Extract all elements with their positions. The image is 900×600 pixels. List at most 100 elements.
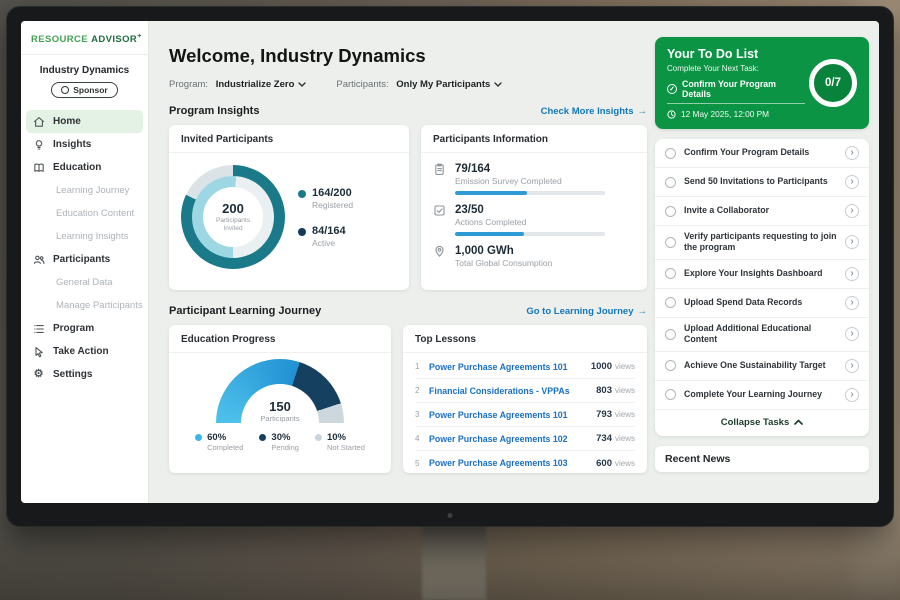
- check-icon: ✓: [667, 84, 677, 94]
- screen: RESOURCE ADVISOR+ Industry Dynamics Spon…: [21, 21, 879, 503]
- sidebar-item-participants[interactable]: Participants: [21, 248, 148, 271]
- app-logo: RESOURCE ADVISOR+: [21, 21, 148, 55]
- sidebar-item-learning-journey[interactable]: Learning Journey: [21, 179, 148, 202]
- sponsor-badge[interactable]: Sponsor: [51, 82, 117, 98]
- invited-participants-donut: 200 Participants Invited: [181, 165, 285, 269]
- gauge-center: 150 Participants: [216, 400, 344, 423]
- emission-survey-progressbar: [455, 191, 605, 195]
- task-row-send-invitations[interactable]: Send 50 Invitations to Participants ›: [655, 168, 869, 197]
- camera-dot: [448, 513, 453, 518]
- participants-select[interactable]: Only My Participants: [396, 79, 502, 90]
- pointer-icon: [32, 346, 45, 358]
- task-checkbox[interactable]: [665, 297, 676, 308]
- sidebar-nav: Home Insights Education Learning Journey…: [21, 110, 148, 386]
- task-row-confirm-program[interactable]: Confirm Your Program Details ›: [655, 139, 869, 168]
- legend-registered: 164/200 Registered: [298, 187, 353, 210]
- legend-not-started: 10% Not Started: [315, 432, 365, 452]
- task-row-explore-insights[interactable]: Explore Your Insights Dashboard ›: [655, 260, 869, 289]
- chevron-right-icon[interactable]: ›: [845, 327, 859, 341]
- sidebar-item-education[interactable]: Education: [21, 156, 148, 179]
- lesson-link[interactable]: Power Purchase Agreements 103: [429, 458, 596, 468]
- actions-completed-progressbar: [455, 232, 605, 236]
- chevron-right-icon[interactable]: ›: [845, 175, 859, 189]
- book-icon: [32, 162, 45, 174]
- list-icon: [32, 323, 45, 335]
- task-checkbox[interactable]: [665, 360, 676, 371]
- sidebar-item-home[interactable]: Home: [26, 110, 143, 133]
- task-checkbox[interactable]: [665, 329, 676, 340]
- check-more-insights-link[interactable]: Check More Insights →: [541, 106, 647, 117]
- sponsor-label: Sponsor: [73, 85, 107, 95]
- education-progress-title: Education Progress: [169, 325, 391, 353]
- learning-journey-header: Participant Learning Journey Go to Learn…: [169, 305, 647, 317]
- task-list: Confirm Your Program Details › Send 50 I…: [655, 139, 869, 436]
- task-row-verify-participants[interactable]: Verify participants requesting to join t…: [655, 226, 869, 260]
- todo-panel: Your To Do List Complete Your Next Task:…: [655, 37, 869, 472]
- sidebar-item-settings[interactable]: ⚙ Settings: [21, 363, 148, 386]
- page-title: Welcome, Industry Dynamics: [169, 45, 647, 67]
- chevron-up-icon: [794, 419, 803, 425]
- sidebar-item-take-action[interactable]: Take Action: [21, 340, 148, 363]
- filters-row: Program: Industrialize Zero Participants…: [169, 79, 647, 90]
- chevron-right-icon[interactable]: ›: [845, 267, 859, 281]
- sidebar-item-learning-insights[interactable]: Learning Insights: [21, 225, 148, 248]
- task-row-complete-learning-journey[interactable]: Complete Your Learning Journey ›: [655, 381, 869, 410]
- sidebar-item-education-content[interactable]: Education Content: [21, 202, 148, 225]
- go-to-learning-journey-link[interactable]: Go to Learning Journey →: [526, 306, 647, 317]
- sidebar-item-manage-participants[interactable]: Manage Participants: [21, 294, 148, 317]
- sidebar: RESOURCE ADVISOR+ Industry Dynamics Spon…: [21, 21, 149, 503]
- task-checkbox[interactable]: [665, 268, 676, 279]
- logo-text-primary: RESOURCE: [31, 34, 88, 45]
- chevron-right-icon[interactable]: ›: [845, 204, 859, 218]
- gear-icon: ⚙: [32, 369, 45, 380]
- recent-news-header[interactable]: Recent News: [655, 446, 869, 472]
- task-row-upload-spend-data[interactable]: Upload Spend Data Records ›: [655, 289, 869, 318]
- donut-center: 200 Participants Invited: [203, 187, 263, 247]
- task-checkbox[interactable]: [665, 389, 676, 400]
- task-checkbox[interactable]: [665, 148, 676, 159]
- registered-dot: [298, 190, 306, 198]
- chevron-right-icon[interactable]: ›: [845, 296, 859, 310]
- todo-next-task[interactable]: ✓ Confirm Your Program Details: [667, 79, 805, 104]
- sponsor-icon: [61, 86, 69, 94]
- location-pin-icon: [433, 245, 446, 268]
- stat-global-consumption: 1,000 GWh Total Global Consumption: [433, 245, 635, 268]
- lesson-row: 4 Power Purchase Agreements 102 734 view…: [415, 427, 635, 451]
- completed-dot: [195, 434, 202, 441]
- chevron-right-icon[interactable]: ›: [845, 146, 859, 160]
- participants-filter: Participants: Only My Participants: [336, 79, 502, 90]
- education-progress-card: Education Progress 150 Participants 60%: [169, 325, 391, 473]
- chevron-right-icon[interactable]: ›: [845, 235, 859, 249]
- chevron-right-icon[interactable]: ›: [845, 388, 859, 402]
- logo-plus: +: [137, 33, 142, 40]
- task-row-invite-collaborator[interactable]: Invite a Collaborator ›: [655, 197, 869, 226]
- legend-pending: 30% Pending: [259, 432, 299, 452]
- stat-actions-completed: 23/50 Actions Completed: [433, 204, 635, 236]
- pending-dot: [259, 434, 266, 441]
- lesson-link[interactable]: Financial Considerations - VPPAs: [429, 386, 596, 396]
- collapse-tasks-button[interactable]: Collapse Tasks: [655, 410, 869, 436]
- active-dot: [298, 228, 306, 236]
- program-select[interactable]: Industrialize Zero: [216, 79, 307, 90]
- task-checkbox[interactable]: [665, 177, 676, 188]
- sidebar-item-insights[interactable]: Insights: [21, 133, 148, 156]
- todo-next-time: 12 May 2025, 12:00 PM: [667, 109, 857, 119]
- chevron-down-icon: [298, 79, 306, 90]
- logo-text-secondary: ADVISOR: [91, 34, 137, 45]
- sidebar-item-program[interactable]: Program: [21, 317, 148, 340]
- task-checkbox[interactable]: [665, 206, 676, 217]
- clock-icon: [667, 110, 676, 119]
- home-icon: [32, 116, 45, 128]
- lesson-link[interactable]: Power Purchase Agreements 101: [429, 362, 591, 372]
- arrow-right-icon: →: [638, 106, 648, 117]
- program-filter-label: Program:: [169, 79, 208, 90]
- check-square-icon: [433, 204, 446, 236]
- sidebar-item-general-data[interactable]: General Data: [21, 271, 148, 294]
- lesson-link[interactable]: Power Purchase Agreements 101: [429, 410, 596, 420]
- todo-summary-card: Your To Do List Complete Your Next Task:…: [655, 37, 869, 129]
- task-row-achieve-target[interactable]: Achieve One Sustainability Target ›: [655, 352, 869, 381]
- task-checkbox[interactable]: [665, 237, 676, 248]
- task-row-upload-educational-content[interactable]: Upload Additional Educational Content ›: [655, 318, 869, 352]
- lesson-link[interactable]: Power Purchase Agreements 102: [429, 434, 596, 444]
- chevron-right-icon[interactable]: ›: [845, 359, 859, 373]
